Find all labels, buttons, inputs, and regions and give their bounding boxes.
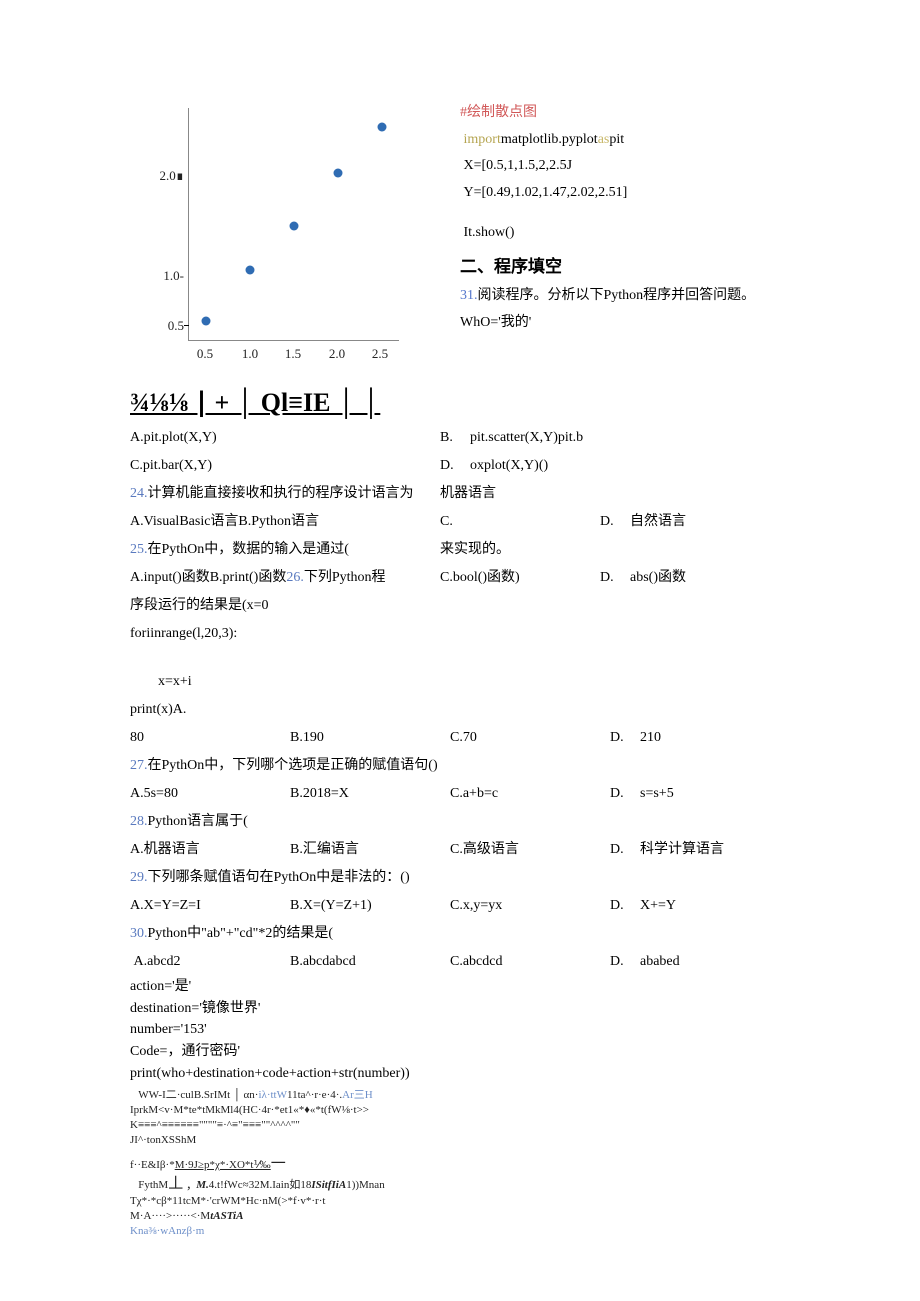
q25-c: C.bool()函数) (440, 564, 600, 592)
q29-c: C.x,y=yx (450, 892, 610, 920)
q29-a: A.X=Y=Z=I (130, 892, 290, 920)
q26-b: B.190 (290, 724, 450, 752)
x-tick: 1.0 (235, 346, 265, 362)
q30-d-label: D. (610, 948, 640, 976)
q28-stem: 28.Python语言属于( (130, 808, 880, 836)
chart-point (334, 168, 343, 177)
q29-b: B.X=(Y=Z+1) (290, 892, 450, 920)
chart-point (378, 122, 387, 131)
section-2-title: 二、程序填空 (460, 251, 880, 283)
x-tick: 0.5 (190, 346, 220, 362)
code-comment: #绘制散点图 (460, 100, 880, 127)
tail-2: destination='镜像世界' (130, 998, 880, 1020)
q24-stem: 24.计算机能直接接收和执行的程序设计语言为 (130, 480, 440, 508)
q23-d: oxplot(X,Y)() (470, 452, 548, 480)
garbled-heading: ¾⅛⅛ ∣ + │ Ql≡IE │ │ (130, 388, 880, 418)
q27-a: A.5s=80 (130, 780, 290, 808)
q24-c-label: C. (440, 508, 470, 536)
q23-a: A.pit.plot(X,Y) (130, 424, 440, 452)
q28-a: A.机器语言 (130, 836, 290, 864)
q27-d: s=s+5 (640, 780, 674, 808)
code-import-line: importmatplotlib.pyplotaspit (460, 127, 880, 154)
q24-d-label: D. (600, 508, 630, 536)
q28-d: 科学计算语言 (640, 836, 724, 864)
q25-d-label: D. (600, 564, 630, 592)
q25-stem: 25.在PythOn中，数据的输入是通过( (130, 536, 440, 564)
x-tick: 1.5 (278, 346, 308, 362)
q26-d: 210 (640, 724, 661, 752)
q26-cont2: foriinrange(l,20,3): (130, 620, 880, 648)
code-show: It.show() (460, 220, 880, 247)
q30-d: ababed (640, 948, 680, 976)
q23-c: C.pit.bar(X,Y) (130, 452, 440, 480)
tail-4: Code=，通行密码' (130, 1041, 880, 1063)
tail-5: print(who+destination+code+action+str(nu… (130, 1063, 880, 1085)
chart-plot-area (188, 108, 399, 341)
q27-stem: 27.在PythOn中，下列哪个选项是正确的赋值语句() (130, 752, 880, 780)
q23-b: pit.scatter(X,Y)pit.b (470, 424, 583, 452)
scatter-chart: 0.5 1.0- 2.0∎ 0.5 1.0 1.5 2.0 2.5 (150, 100, 410, 380)
q29-stem: 29.下列哪条赋值语句在PythOn中是非法的：() (130, 864, 880, 892)
q28-d-label: D. (610, 836, 640, 864)
q30-c: C.abcdcd (450, 948, 610, 976)
chart-point (290, 222, 299, 231)
q30-a: A.abcd2 (130, 948, 290, 976)
q25-a: A.input()函数B.print()函数26.下列Python程 (130, 564, 440, 592)
code-y: Y=[0.49,1.02,1.47,2.02,2.51] (460, 180, 880, 207)
q30-stem: 30.Python中"ab"+"cd"*2的结果是( (130, 920, 880, 948)
q28-b: B.汇编语言 (290, 836, 450, 864)
q25-d: abs()函数 (630, 564, 686, 592)
q31-code: WhO='我的' (460, 310, 880, 337)
tail-3: number='153' (130, 1019, 880, 1041)
q31: 31.阅读程序。分析以下Python程序并回答问题。 (460, 283, 880, 310)
q26-80: 80 (130, 724, 290, 752)
q25-right: 来实现的。 (440, 536, 510, 564)
q24-a: A.VisualBasic语言B.Python语言 (130, 508, 440, 536)
q23-b-label: B. (440, 424, 470, 452)
y-tick: 1.0- (150, 268, 184, 284)
q26-c: C.70 (450, 724, 610, 752)
q26-cont4: print(x)A. (130, 696, 880, 724)
y-tick: 0.5 (150, 318, 184, 334)
q30-b: B.abcdabcd (290, 948, 450, 976)
y-tick: 2.0∎ (150, 168, 184, 184)
q28-c: C.高级语言 (450, 836, 610, 864)
q24-d: 自然语言 (630, 508, 686, 536)
q26-d-label: D. (610, 724, 640, 752)
q26-cont1: 序段运行的结果是(x=0 (130, 592, 880, 620)
q27-c: C.a+b=c (450, 780, 610, 808)
chart-point (245, 266, 254, 275)
q27-d-label: D. (610, 780, 640, 808)
q26-cont3: x=x+i (158, 668, 880, 696)
q29-d: X+=Y (640, 892, 676, 920)
x-tick: 2.0 (322, 346, 352, 362)
q29-d-label: D. (610, 892, 640, 920)
garbled-block: WW-I二·culB.SrIMt │ αn·iλ·ttW11ta^·r·e·4·… (130, 1088, 880, 1238)
q24-right: 机器语言 (440, 480, 496, 508)
chart-point (202, 317, 211, 326)
q23-d-label: D. (440, 452, 470, 480)
q27-b: B.2018=X (290, 780, 450, 808)
x-tick: 2.5 (365, 346, 395, 362)
code-x: X=[0.5,1,1.5,2,2.5J (460, 153, 880, 180)
tail-1: action='是' (130, 976, 880, 998)
